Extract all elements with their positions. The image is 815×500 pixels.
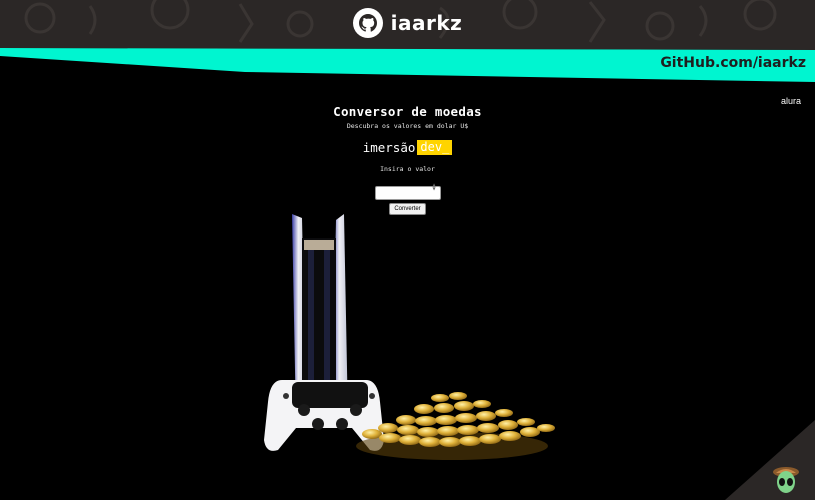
input-label: Insira o valor xyxy=(380,164,435,173)
profile-banner: iaarkz GitHub.com/iaarkz xyxy=(0,0,815,82)
github-profile-link[interactable]: GitHub.com/iaarkz xyxy=(660,55,806,71)
avatar-icon xyxy=(773,467,799,493)
converter-panel: Conversor de moedas Descubra os valores … xyxy=(0,104,815,215)
logo-badge: dev_ xyxy=(417,139,453,155)
number-spinner[interactable]: ▲ ▼ xyxy=(431,182,438,191)
page-title: Conversor de moedas xyxy=(333,104,482,119)
imersao-dev-logo: imersão dev_ xyxy=(363,139,453,155)
page-subtitle: Descubra os valores em dolar U$ xyxy=(346,122,469,130)
console-and-coins-image xyxy=(264,214,555,460)
corner-decoration xyxy=(725,420,815,500)
spin-down-icon[interactable]: ▼ xyxy=(432,186,435,191)
value-input-wrapper: ▲ ▼ xyxy=(374,180,441,200)
gold-coins-pile xyxy=(356,392,555,460)
logo-text: imersão xyxy=(362,139,416,155)
